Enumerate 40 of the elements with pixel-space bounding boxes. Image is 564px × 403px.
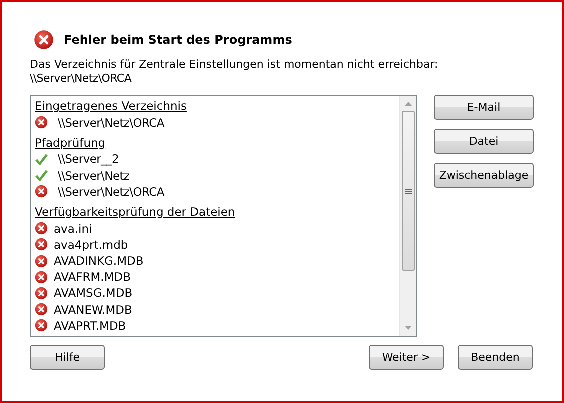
dialog-button[interactable]: Weiter > [369,345,444,370]
action-button[interactable]: E-Mail [434,95,534,120]
list-item-text: \\Server\Netz\ORCA [58,184,164,199]
list-item-text: AVAPRT.MDB [54,318,126,333]
section-heading: Verfügbarkeitsprüfung der Dateien [35,204,236,220]
list-item-text: AVAMSG.MDB [54,286,133,300]
error-icon [35,116,48,130]
path-text: \\Server\Netz\ORCA [30,72,133,86]
dialog-title: Fehler beim Start des Programms [64,33,292,47]
error-icon [35,319,48,332]
error-icon [34,30,54,50]
list-item-text: \\Server\Netz [58,168,130,183]
list-item-text: \\Server\Netz\ORCA [58,116,164,130]
error-icon [35,222,48,236]
scroll-up-icon[interactable] [404,102,412,106]
scroll-down-icon[interactable] [404,326,412,330]
help-button[interactable]: Hilfe [30,345,105,370]
checkmark-icon [35,152,48,166]
list-item-text: AVANEW.MDB [54,302,132,317]
grip-icon [404,188,412,194]
action-button[interactable]: Datei [434,129,534,154]
error-icon [35,303,48,316]
action-button[interactable]: Zwischenablage [434,163,534,188]
error-icon [35,185,48,198]
scrollbar[interactable] [399,96,416,336]
error-icon [35,238,48,252]
checkmark-icon [35,169,48,182]
list-item-text: ava.ini [54,222,92,236]
scroll-thumb[interactable] [402,111,414,271]
list-item-text: AVADINKG.MDB [54,254,144,268]
list-item-text: AVAFRM.MDB [54,270,131,284]
error-icon [35,286,48,300]
dialog-button[interactable]: Beenden [458,345,533,370]
error-message: Das Verzeichnis für Zentrale Einstellungen ist momentan nicht erreichbar: [30,58,440,72]
list-item-text: \\Server__2 [58,152,119,166]
error-icon [35,254,48,268]
list-item-text: ava4prt.mdb [54,238,128,252]
error-icon [35,270,48,284]
section-heading: Eingetragenes Verzeichnis [35,98,187,114]
section-heading: Pfadprüfung [35,134,106,152]
